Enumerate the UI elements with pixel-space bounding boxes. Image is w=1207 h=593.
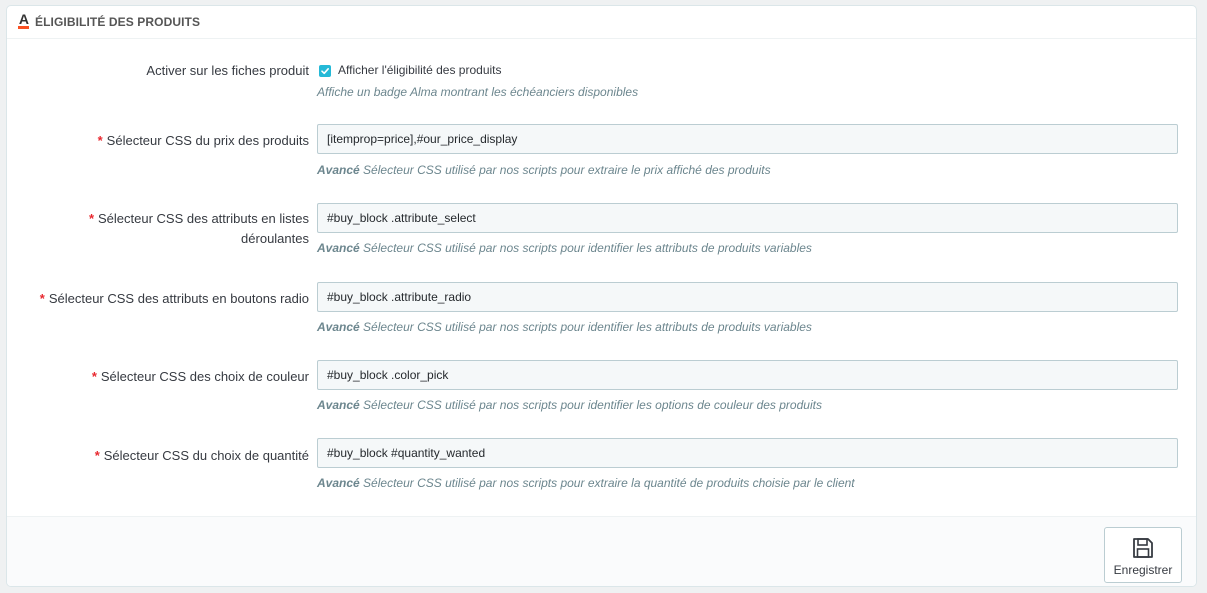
activate-checkbox[interactable] xyxy=(319,65,331,77)
activate-checkbox-label[interactable]: Afficher l'éligibilité des produits xyxy=(338,63,502,77)
color-pick-label: * Sélecteur CSS des choix de couleur xyxy=(91,369,309,384)
radio-attributes-input[interactable]: #buy_block .attribute_radio xyxy=(317,282,1178,312)
panel-title: ÉLIGIBILITÉ DES PRODUITS xyxy=(35,15,201,29)
quantity-input[interactable]: #buy_block #quantity_wanted xyxy=(317,438,1178,468)
select-attributes-help: Avancé Sélecteur CSS utilisé par nos scr… xyxy=(317,241,812,255)
floppy-disk-icon xyxy=(1133,538,1153,558)
eligibility-panel: a ÉLIGIBILITÉ DES PRODUITS Activer sur l… xyxy=(6,5,1197,587)
price-selector-help: Avancé Sélecteur CSS utilisé par nos scr… xyxy=(317,163,771,177)
color-pick-help: Avancé Sélecteur CSS utilisé par nos scr… xyxy=(317,398,822,412)
price-selector-input[interactable]: [itemprop=price],#our_price_display xyxy=(317,124,1178,154)
panel-footer: Enregistrer xyxy=(7,516,1196,586)
price-selector-label: * Sélecteur CSS du prix des produits xyxy=(97,133,309,148)
activate-label: Activer sur les fiches produit xyxy=(146,63,309,78)
quantity-help: Avancé Sélecteur CSS utilisé par nos scr… xyxy=(317,476,855,490)
color-pick-input[interactable]: #buy_block .color_pick xyxy=(317,360,1178,390)
activate-help: Affiche un badge Alma montrant les échéa… xyxy=(317,85,639,99)
save-button-label: Enregistrer xyxy=(1113,563,1173,577)
radio-attributes-help: Avancé Sélecteur CSS utilisé par nos scr… xyxy=(317,320,812,334)
save-button[interactable]: Enregistrer xyxy=(1104,527,1182,583)
alma-logo-icon: a xyxy=(18,11,30,29)
select-attributes-label: * Sélecteur CSS des attributs en listes dé… xyxy=(88,211,309,246)
select-attributes-input[interactable]: #buy_block .attribute_select xyxy=(317,203,1178,233)
panel-heading: a ÉLIGIBILITÉ DES PRODUITS xyxy=(7,6,1196,39)
radio-attributes-label: * Sélecteur CSS des attributs en boutons … xyxy=(39,291,309,306)
quantity-label: * Sélecteur CSS du choix de quantité xyxy=(94,448,309,463)
